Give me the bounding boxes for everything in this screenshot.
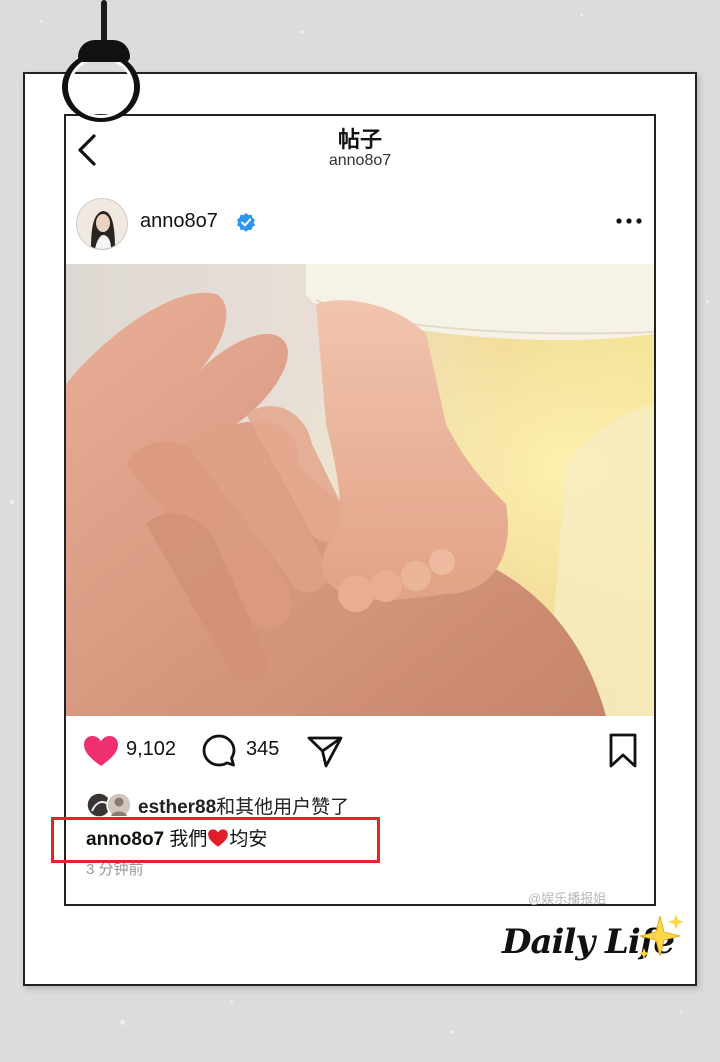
- liked-by-suffix: 和其他用户赞了: [216, 797, 350, 818]
- post-screenshot: 帖子 anno8o7 anno8o7 9,102 345 esther88和其他…: [64, 114, 656, 906]
- liker-avatars[interactable]: [86, 792, 134, 818]
- comment-icon[interactable]: [202, 734, 236, 768]
- page-title: 帖子: [337, 127, 382, 152]
- comment-count: 345: [246, 738, 280, 760]
- like-count: 9,102: [126, 738, 177, 760]
- frame-clip-highlight: [68, 56, 134, 118]
- liked-by-line: esther88和其他用户赞了: [138, 792, 349, 819]
- avatar[interactable]: [76, 198, 128, 250]
- post-username[interactable]: anno8o7: [140, 210, 218, 233]
- share-icon[interactable]: [306, 735, 344, 769]
- verified-badge-icon: [237, 213, 255, 232]
- heart-icon[interactable]: [82, 734, 120, 768]
- sparkle-icon: [638, 914, 684, 959]
- liked-by-user[interactable]: esther88: [138, 797, 216, 818]
- page-subtitle: anno8o7: [328, 152, 392, 169]
- caption-highlight-box: [51, 817, 380, 863]
- post-image[interactable]: [66, 264, 654, 716]
- more-icon[interactable]: [614, 214, 644, 228]
- bookmark-icon[interactable]: [608, 733, 638, 769]
- clip-knot: [78, 40, 130, 62]
- watermark: @娱乐播报姐: [528, 891, 607, 906]
